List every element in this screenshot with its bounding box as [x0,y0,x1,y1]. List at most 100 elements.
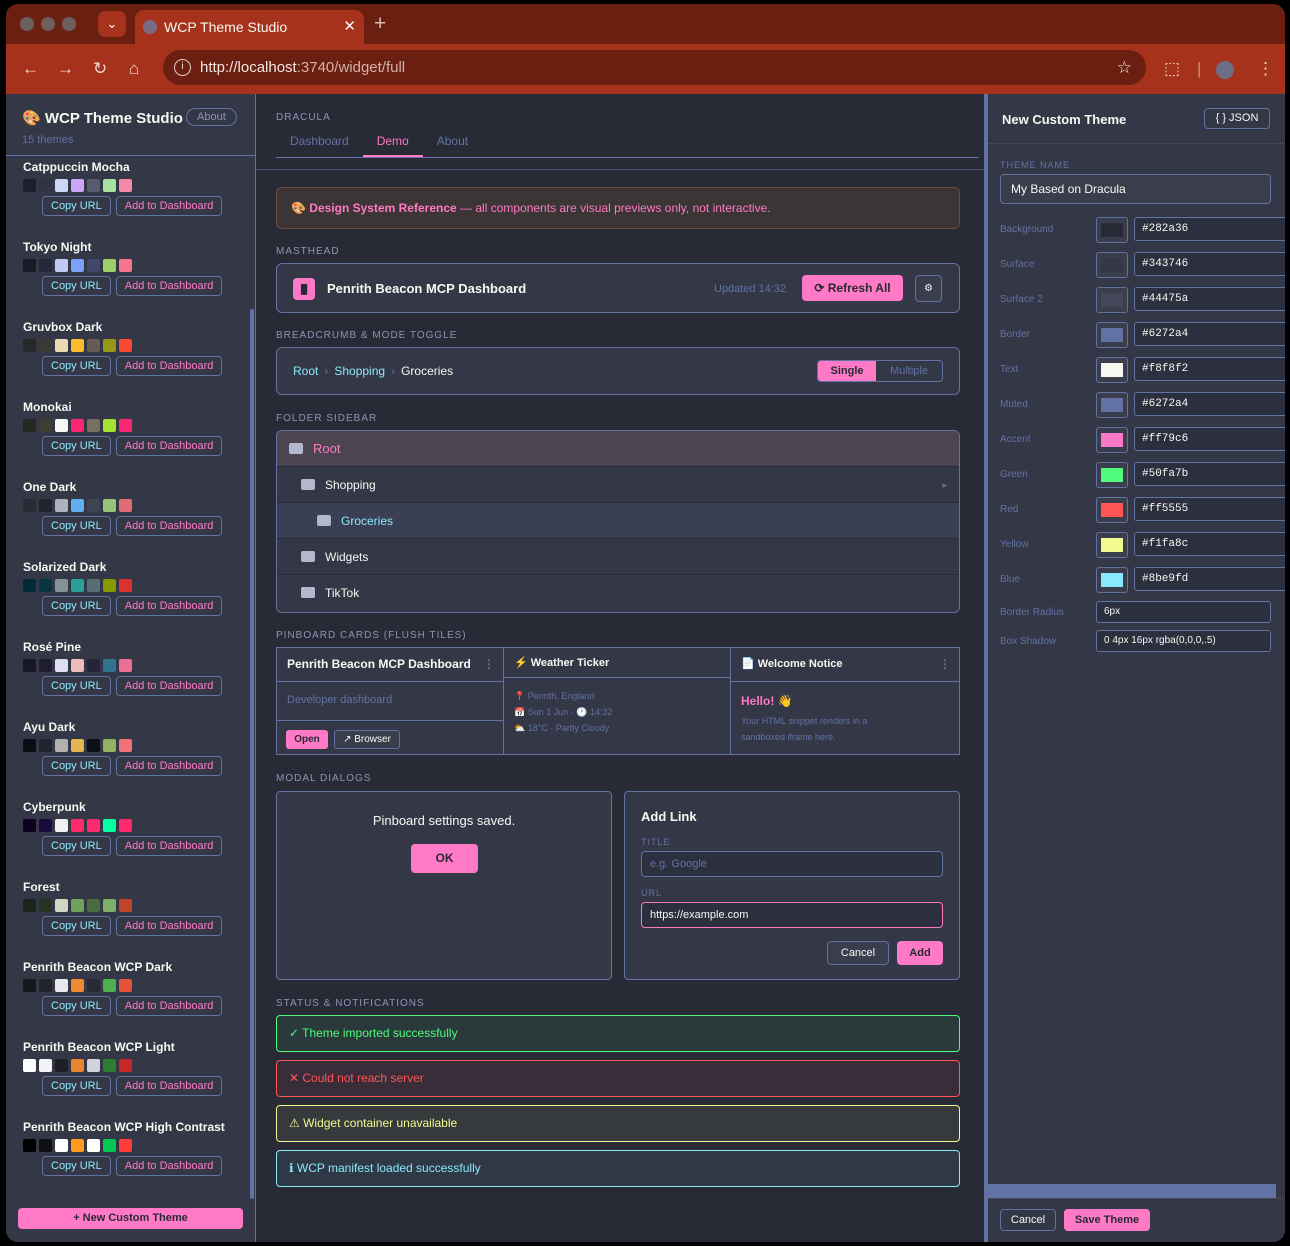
copy-url-button[interactable]: Copy URL [42,836,111,856]
add-to-dashboard-button[interactable]: Add to Dashboard [115,836,223,856]
editor-cancel-button[interactable]: Cancel [1000,1209,1056,1231]
copy-url-button[interactable]: Copy URL [42,596,111,616]
pin-card-weather[interactable]: ⚡ Weather Ticker 📍 Penrith, England 📅 Su… [503,647,731,755]
add-to-dashboard-button[interactable]: Add to Dashboard [115,1156,223,1176]
copy-url-button[interactable]: Copy URL [42,1156,111,1176]
color-picker[interactable] [1096,357,1128,383]
breadcrumb-root[interactable]: Root [293,364,318,378]
color-hex-input[interactable]: #ff5555 [1134,497,1285,521]
mode-multiple-button[interactable]: Multiple [876,361,942,381]
save-theme-button[interactable]: Save Theme [1064,1209,1150,1231]
tab-close-icon[interactable]: ✕ [343,10,356,44]
add-button[interactable]: Add [897,941,943,965]
color-hex-input[interactable]: #343746 [1134,252,1285,276]
add-to-dashboard-button[interactable]: Add to Dashboard [115,756,223,776]
theme-name-input[interactable]: My Based on Dracula [1000,174,1271,204]
profile-avatar[interactable] [1216,61,1234,79]
add-to-dashboard-button[interactable]: Add to Dashboard [115,1076,223,1096]
folder-widgets[interactable]: Widgets [277,538,959,574]
bookmark-star-icon[interactable]: ☆ [1117,50,1132,85]
copy-url-button[interactable]: Copy URL [42,436,111,456]
copy-url-button[interactable]: Copy URL [42,756,111,776]
tab-demo[interactable]: Demo [362,130,423,157]
extensions-icon[interactable]: ⬚ [1164,56,1180,82]
box-shadow-input[interactable]: 0 4px 16px rgba(0,0,0,.5) [1096,630,1271,652]
json-button[interactable]: { } JSON [1204,108,1270,129]
copy-url-button[interactable]: Copy URL [42,276,111,296]
copy-url-button[interactable]: Copy URL [42,1076,111,1096]
expand-arrow-icon[interactable]: ▸ [942,467,947,503]
color-picker[interactable] [1096,462,1128,488]
minimize-window-icon[interactable] [41,17,55,31]
color-hex-input[interactable]: #50fa7b [1134,462,1285,486]
cancel-button[interactable]: Cancel [827,941,889,965]
about-button[interactable]: About [186,108,237,126]
title-input[interactable]: e.g. Google [641,851,943,877]
add-to-dashboard-button[interactable]: Add to Dashboard [115,436,223,456]
pin-card-dashboard[interactable]: Penrith Beacon MCP Dashboard ⋮ Developer … [276,647,504,755]
site-info-icon[interactable]: i [174,59,191,76]
forward-icon[interactable]: → [57,56,74,82]
browser-tab[interactable]: WCP Theme Studio ✕ [135,10,364,44]
close-window-icon[interactable] [20,17,34,31]
url-input[interactable]: https://example.com [641,902,943,928]
color-picker[interactable] [1096,217,1128,243]
copy-url-button[interactable]: Copy URL [42,996,111,1016]
tab-dashboard[interactable]: Dashboard [276,130,363,155]
folder-groceries[interactable]: Groceries [277,502,959,538]
color-picker[interactable] [1096,497,1128,523]
folder-shopping[interactable]: Shopping ▸ [277,466,959,502]
editor-horizontal-scrollbar[interactable] [988,1184,1276,1198]
color-hex-input[interactable]: #ff79c6 [1134,427,1285,451]
sidebar-scrollbar[interactable] [250,309,254,1199]
color-picker[interactable] [1096,567,1128,593]
color-hex-input[interactable]: #6272a4 [1134,392,1285,416]
border-radius-input[interactable]: 6px [1096,601,1271,623]
color-hex-input[interactable]: #44475a [1134,287,1285,311]
gear-icon[interactable]: ⚙ [915,275,942,302]
color-hex-input[interactable]: #282a36 [1134,217,1285,241]
add-to-dashboard-button[interactable]: Add to Dashboard [115,596,223,616]
folder-tiktok[interactable]: TikTok [277,574,959,610]
new-tab-icon[interactable]: + [374,9,386,39]
tab-list-button[interactable]: ⌄ [98,11,126,37]
color-hex-input[interactable]: #f1fa8c [1134,532,1285,556]
maximize-window-icon[interactable] [62,17,76,31]
add-to-dashboard-button[interactable]: Add to Dashboard [115,516,223,536]
new-custom-theme-button[interactable]: + New Custom Theme [18,1208,243,1229]
home-icon[interactable]: ⌂ [129,56,139,82]
menu-kebab-icon[interactable]: ⋮ [1257,56,1274,82]
add-to-dashboard-button[interactable]: Add to Dashboard [115,356,223,376]
add-to-dashboard-button[interactable]: Add to Dashboard [115,916,223,936]
color-picker[interactable] [1096,392,1128,418]
color-picker[interactable] [1096,532,1128,558]
open-button[interactable]: Open [286,730,328,749]
add-to-dashboard-button[interactable]: Add to Dashboard [115,276,223,296]
folder-root[interactable]: Root [277,431,959,466]
back-icon[interactable]: ← [22,56,39,82]
copy-url-button[interactable]: Copy URL [42,196,111,216]
color-picker[interactable] [1096,427,1128,453]
reload-icon[interactable]: ↻ [93,56,107,82]
refresh-all-button[interactable]: ⟳ Refresh All [802,275,903,301]
add-to-dashboard-button[interactable]: Add to Dashboard [115,676,223,696]
copy-url-button[interactable]: Copy URL [42,356,111,376]
more-icon[interactable]: ⋮ [483,648,495,681]
color-hex-input[interactable]: #8be9fd [1134,567,1285,591]
ok-button[interactable]: OK [411,844,478,873]
color-hex-input[interactable]: #6272a4 [1134,322,1285,346]
more-icon[interactable]: ⋮ [939,648,951,681]
copy-url-button[interactable]: Copy URL [42,516,111,536]
copy-url-button[interactable]: Copy URL [42,676,111,696]
add-to-dashboard-button[interactable]: Add to Dashboard [115,996,223,1016]
mode-single-button[interactable]: Single [818,361,876,381]
address-bar[interactable]: i http://localhost:3740/widget/full ☆ [163,50,1146,85]
color-picker[interactable] [1096,287,1128,313]
color-picker[interactable] [1096,322,1128,348]
add-to-dashboard-button[interactable]: Add to Dashboard [115,196,223,216]
copy-url-button[interactable]: Copy URL [42,916,111,936]
tab-about[interactable]: About [423,130,482,155]
color-picker[interactable] [1096,252,1128,278]
browser-button[interactable]: ↗ Browser [334,730,400,749]
color-hex-input[interactable]: #f8f8f2 [1134,357,1285,381]
